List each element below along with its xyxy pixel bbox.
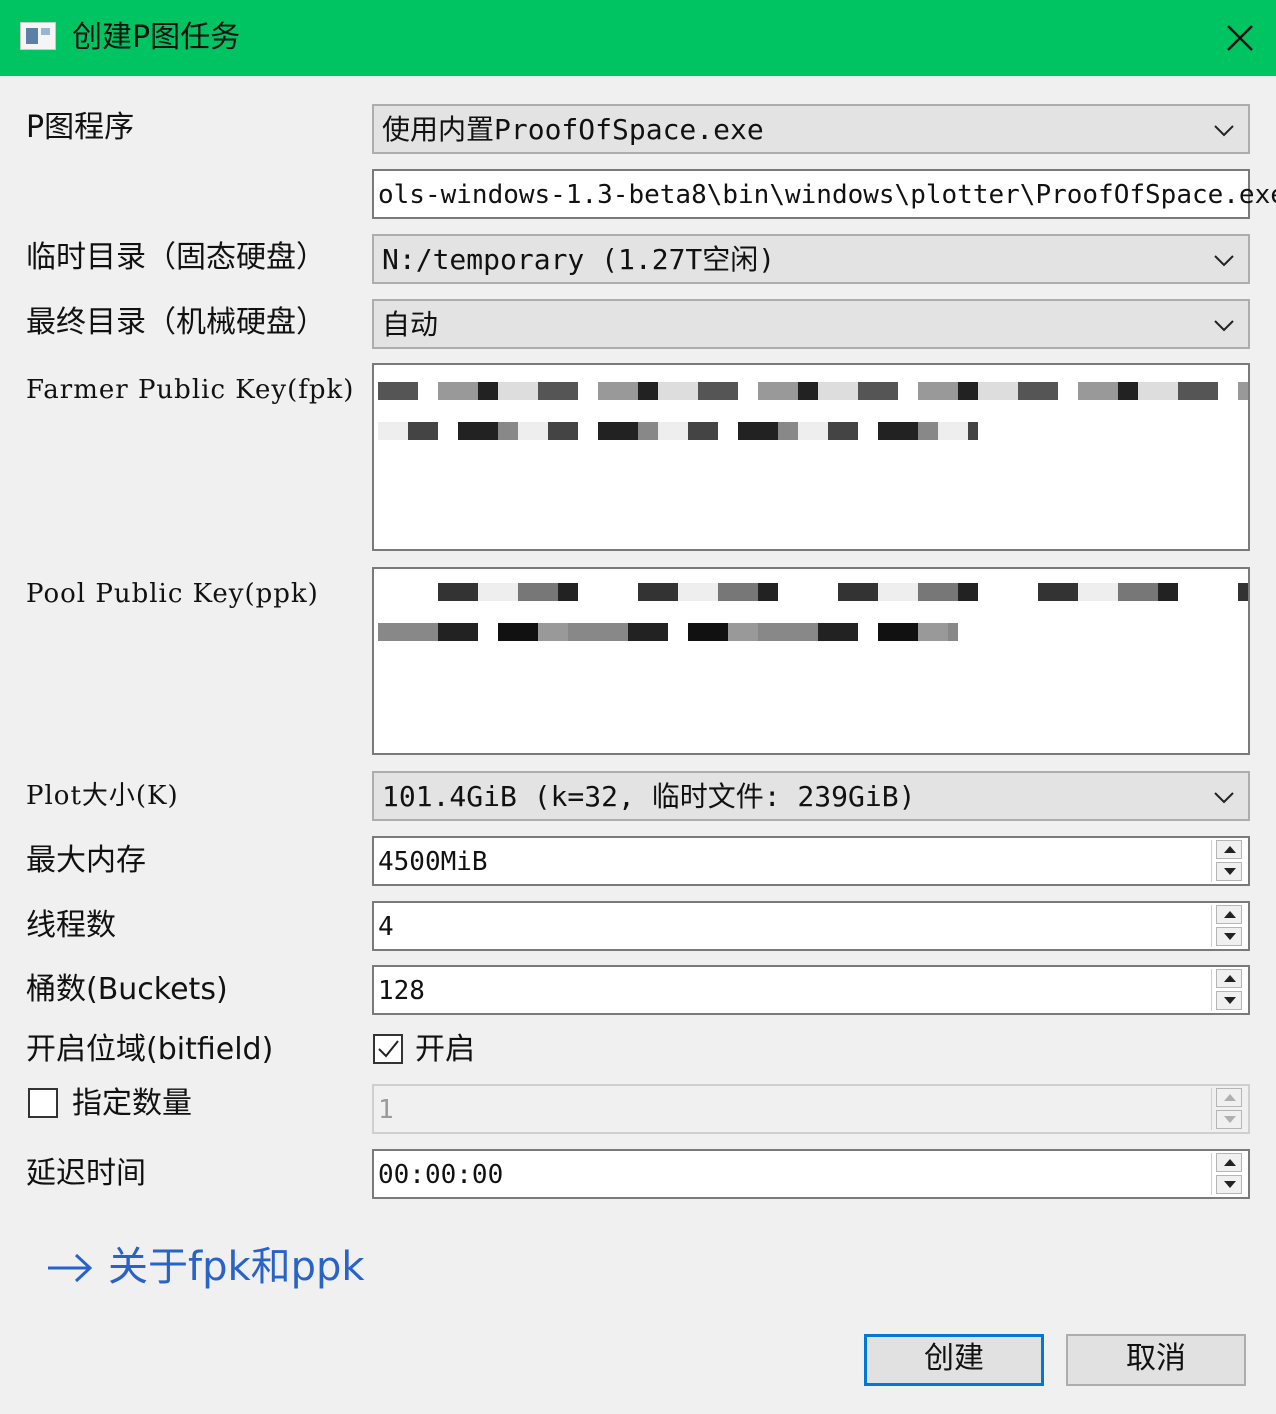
- close-icon[interactable]: [1216, 14, 1264, 62]
- spin-buttons: [1211, 840, 1246, 882]
- plotter-path-input[interactable]: ols-windows-1.3-beta8\bin\windows\plotte…: [372, 169, 1276, 219]
- increment-icon[interactable]: [1216, 1153, 1242, 1172]
- count-value: 1: [378, 1095, 394, 1125]
- spin-buttons: [1211, 1153, 1246, 1195]
- temp-dir-label: 临时目录（固态硬盘）: [26, 240, 326, 275]
- temp-dir-select[interactable]: N:/temporary (1.27T空闲): [372, 234, 1250, 284]
- chevron-down-icon: [1214, 125, 1234, 137]
- fpk-textarea[interactable]: [372, 363, 1250, 551]
- bitfield-label: 开启位域(bitfield): [26, 1032, 274, 1067]
- cancel-button[interactable]: 取消: [1066, 1334, 1246, 1386]
- title-bar: 创建P图任务: [0, 0, 1276, 76]
- window-title: 创建P图任务: [72, 20, 241, 55]
- plotter-label: P图程序: [26, 110, 135, 145]
- count-checkbox-label[interactable]: 指定数量: [72, 1084, 192, 1124]
- app-icon: [20, 22, 56, 50]
- delay-label: 延迟时间: [26, 1156, 146, 1191]
- increment-icon[interactable]: [1216, 905, 1242, 924]
- max-memory-value: 4500MiB: [378, 847, 488, 877]
- bitfield-checkbox-label[interactable]: 开启: [415, 1030, 475, 1070]
- delay-stepper[interactable]: 00:00:00: [372, 1149, 1250, 1199]
- ppk-textarea[interactable]: [372, 567, 1250, 755]
- decrement-icon[interactable]: [1216, 862, 1242, 881]
- decrement-icon[interactable]: [1216, 927, 1242, 946]
- chevron-down-icon: [1214, 320, 1234, 332]
- bitfield-checkbox[interactable]: [373, 1034, 403, 1064]
- spin-buttons: [1211, 1088, 1246, 1130]
- chevron-down-icon: [1214, 255, 1234, 267]
- final-dir-selected: 自动: [382, 308, 439, 341]
- chevron-down-icon: [1214, 792, 1234, 804]
- threads-label: 线程数: [26, 908, 116, 943]
- decrement-icon[interactable]: [1216, 1175, 1242, 1194]
- fpk-label: Farmer Public Key(fpk): [26, 375, 355, 405]
- about-fpk-ppk-link[interactable]: 关于fpk和ppk: [108, 1242, 365, 1292]
- plot-size-select[interactable]: 101.4GiB (k=32, 临时文件: 239GiB): [372, 771, 1250, 821]
- final-dir-select[interactable]: 自动: [372, 299, 1250, 349]
- max-memory-stepper[interactable]: 4500MiB: [372, 836, 1250, 886]
- delay-value: 00:00:00: [378, 1160, 504, 1190]
- checkmark-icon: [378, 1040, 399, 1058]
- plot-size-label: Plot大小(K): [26, 781, 179, 811]
- temp-dir-selected: N:/temporary (1.27T空闲): [382, 243, 776, 276]
- max-memory-label: 最大内存: [26, 843, 146, 878]
- arrow-right-icon[interactable]: [44, 1250, 96, 1286]
- decrement-icon[interactable]: [1216, 991, 1242, 1010]
- plotter-select[interactable]: 使用内置ProofOfSpace.exe: [372, 104, 1250, 154]
- buckets-stepper[interactable]: 128: [372, 965, 1250, 1015]
- plotter-selected: 使用内置ProofOfSpace.exe: [382, 113, 764, 146]
- threads-value: 4: [378, 912, 394, 942]
- spin-buttons: [1211, 969, 1246, 1011]
- spin-buttons: [1211, 905, 1246, 947]
- count-checkbox[interactable]: [28, 1088, 58, 1118]
- plot-size-selected: 101.4GiB (k=32, 临时文件: 239GiB): [382, 780, 916, 813]
- create-button[interactable]: 创建: [864, 1334, 1044, 1386]
- buckets-label: 桶数(Buckets): [26, 972, 228, 1007]
- increment-icon[interactable]: [1216, 969, 1242, 988]
- final-dir-label: 最终目录（机械硬盘）: [26, 305, 326, 340]
- plotter-path: ols-windows-1.3-beta8\bin\windows\plotte…: [378, 180, 1276, 210]
- increment-icon: [1216, 1088, 1242, 1107]
- threads-stepper[interactable]: 4: [372, 901, 1250, 951]
- decrement-icon: [1216, 1110, 1242, 1129]
- increment-icon[interactable]: [1216, 840, 1242, 859]
- count-stepper: 1: [372, 1084, 1250, 1134]
- ppk-label: Pool Public Key(ppk): [26, 579, 319, 609]
- buckets-value: 128: [378, 976, 425, 1006]
